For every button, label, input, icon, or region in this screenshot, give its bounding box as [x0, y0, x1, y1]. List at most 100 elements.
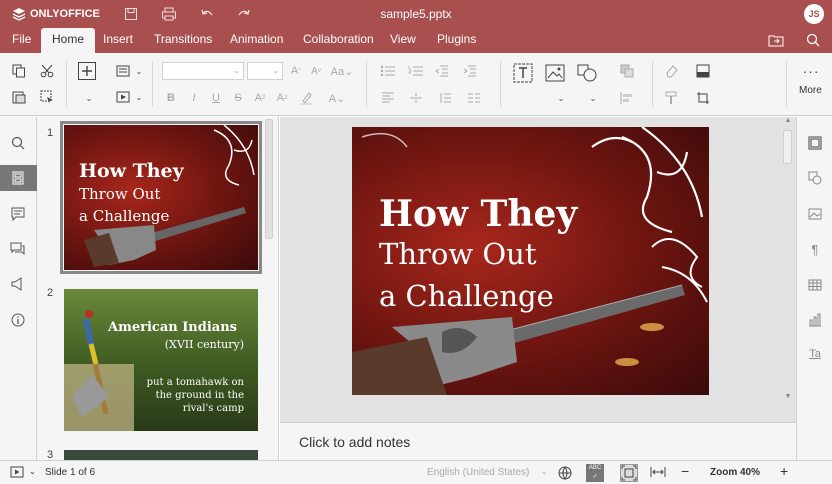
insert-image-icon[interactable]: [544, 62, 566, 84]
copy-style-icon[interactable]: [662, 89, 680, 107]
notes-placeholder[interactable]: Click to add notes: [299, 434, 410, 450]
increase-indent-icon[interactable]: [461, 62, 479, 80]
chevron-down-icon[interactable]: ⌄: [130, 88, 148, 106]
tab-home[interactable]: Home: [41, 28, 96, 53]
slide-thumbnail-1[interactable]: How They Throw Out a Challenge: [60, 121, 262, 274]
chevron-down-icon[interactable]: ⌄: [552, 89, 570, 107]
cut-icon[interactable]: [38, 62, 56, 80]
clear-style-icon[interactable]: [662, 62, 680, 80]
chevron-down-icon[interactable]: ⌄: [130, 62, 148, 80]
increase-font-icon[interactable]: A ^: [287, 62, 305, 80]
search-icon[interactable]: [806, 33, 822, 49]
bullets-icon[interactable]: [376, 62, 400, 80]
table-settings-icon[interactable]: [807, 277, 823, 293]
superscript-icon[interactable]: A2: [251, 89, 269, 107]
spell-check-icon[interactable]: ABC ✓: [586, 464, 604, 482]
insert-shape-icon[interactable]: [576, 62, 598, 84]
subscript-icon[interactable]: A2: [273, 89, 291, 107]
open-file-location-icon[interactable]: [768, 33, 784, 49]
slide-title[interactable]: How They: [379, 193, 577, 235]
language-selector[interactable]: English (United States): [427, 467, 529, 478]
chevron-down-icon[interactable]: ⌄: [584, 89, 602, 107]
slide-settings-icon[interactable]: [807, 135, 823, 151]
line-spacing-icon[interactable]: [433, 89, 457, 107]
scroll-thumb[interactable]: [783, 130, 792, 164]
more-icon[interactable]: ···: [801, 62, 821, 80]
tab-transitions[interactable]: Transitions: [143, 28, 223, 53]
arrange-shape-icon[interactable]: [614, 62, 640, 80]
font-name-combo[interactable]: ⌄: [162, 62, 244, 80]
editor-scrollbar[interactable]: ▲ ▼: [780, 117, 796, 405]
toolbar-separator: [500, 61, 501, 107]
chart-settings-icon[interactable]: [807, 312, 823, 328]
image-settings-icon[interactable]: [807, 206, 823, 222]
notes-pane[interactable]: Click to add notes: [280, 422, 796, 460]
slide-size-icon[interactable]: [690, 89, 716, 107]
highlight-color-icon[interactable]: [296, 89, 318, 107]
slide-title: How They: [79, 160, 184, 182]
comments-icon[interactable]: [9, 205, 27, 223]
fit-width-icon[interactable]: [650, 466, 666, 481]
feedback-icon[interactable]: [9, 275, 27, 293]
slide-counter: Slide 1 of 6: [45, 467, 96, 478]
text-art-settings-icon[interactable]: Ta: [807, 346, 823, 362]
main-slide[interactable]: How They Throw Out a Challenge: [352, 127, 709, 395]
slide-text[interactable]: a Challenge: [379, 279, 554, 313]
scroll-down-icon[interactable]: ▼: [780, 393, 796, 403]
tab-insert[interactable]: Insert: [92, 28, 144, 53]
zoom-level: Zoom 40%: [710, 467, 761, 478]
decrease-indent-icon[interactable]: [433, 62, 451, 80]
right-sidebar: ¶ Ta: [796, 117, 832, 460]
tab-plugins[interactable]: Plugins: [426, 28, 487, 53]
search-icon[interactable]: [9, 134, 27, 152]
tab-file[interactable]: File: [1, 28, 42, 53]
strikethrough-icon[interactable]: S: [229, 89, 247, 107]
columns-icon[interactable]: [462, 89, 486, 107]
shape-settings-icon[interactable]: [807, 170, 823, 186]
copy-icon[interactable]: [10, 62, 28, 80]
ribbon-toolbar: ⌄ ⌄ ⌄ ⌄ ⌄ A ^ Av Aa⌄ B I U S A2 A2 A⌄ ⌄ ⌄…: [0, 53, 832, 116]
doc-language-icon[interactable]: [558, 466, 572, 483]
vertical-align-icon[interactable]: [404, 89, 428, 107]
align-left-icon[interactable]: [376, 89, 400, 107]
font-color-icon[interactable]: A⌄: [326, 89, 348, 107]
slides-panel-icon[interactable]: [9, 169, 27, 187]
user-avatar[interactable]: JS: [804, 4, 824, 24]
paste-icon[interactable]: [10, 88, 28, 106]
tab-view[interactable]: View: [379, 28, 427, 53]
thumbnails-scrollbar[interactable]: [265, 119, 273, 239]
more-label[interactable]: More: [799, 85, 822, 96]
select-all-icon[interactable]: [38, 88, 56, 106]
slide-thumbnail-2[interactable]: American Indians (XVII century) put a to…: [64, 289, 258, 431]
about-icon[interactable]: [9, 311, 27, 329]
align-shape-icon[interactable]: [614, 89, 640, 107]
fit-slide-icon[interactable]: [620, 464, 638, 482]
font-size-combo[interactable]: ⌄: [247, 62, 283, 80]
paragraph-settings-icon[interactable]: ¶: [807, 241, 823, 257]
zoom-in-icon[interactable]: +: [780, 463, 788, 479]
decrease-font-icon[interactable]: Av: [307, 62, 325, 80]
numbering-icon[interactable]: [404, 62, 428, 80]
add-slide-dropdown-icon[interactable]: ⌄: [80, 89, 98, 107]
chevron-down-icon[interactable]: ⌄: [29, 467, 36, 476]
add-slide-icon[interactable]: [78, 62, 96, 80]
chevron-down-icon[interactable]: ⌄: [541, 467, 548, 476]
underline-icon[interactable]: U: [207, 89, 225, 107]
title-bar: ONLYOFFICE sample5.pptx JS: [0, 0, 832, 28]
tab-animation[interactable]: Animation: [219, 28, 294, 53]
bold-icon[interactable]: B: [162, 89, 180, 107]
italic-icon[interactable]: I: [185, 89, 203, 107]
play-slideshow-icon[interactable]: [10, 466, 24, 481]
slide-thumbnails-panel: 1 How They Throw Out a Challenge 2 Ameri…: [37, 117, 279, 460]
slide-number: 1: [47, 127, 54, 139]
zoom-out-icon[interactable]: −: [681, 463, 689, 479]
scroll-up-icon[interactable]: ▲: [780, 117, 796, 127]
tab-collaboration[interactable]: Collaboration: [292, 28, 385, 53]
slide-text[interactable]: Throw Out: [379, 237, 537, 271]
insert-text-box-icon[interactable]: [512, 62, 534, 84]
chat-icon[interactable]: [9, 240, 27, 258]
slide-text: a Challenge: [79, 207, 170, 225]
slide-thumbnail-3[interactable]: [64, 450, 258, 460]
slide-color-icon[interactable]: [690, 62, 716, 80]
change-case-icon[interactable]: Aa⌄: [330, 62, 354, 80]
